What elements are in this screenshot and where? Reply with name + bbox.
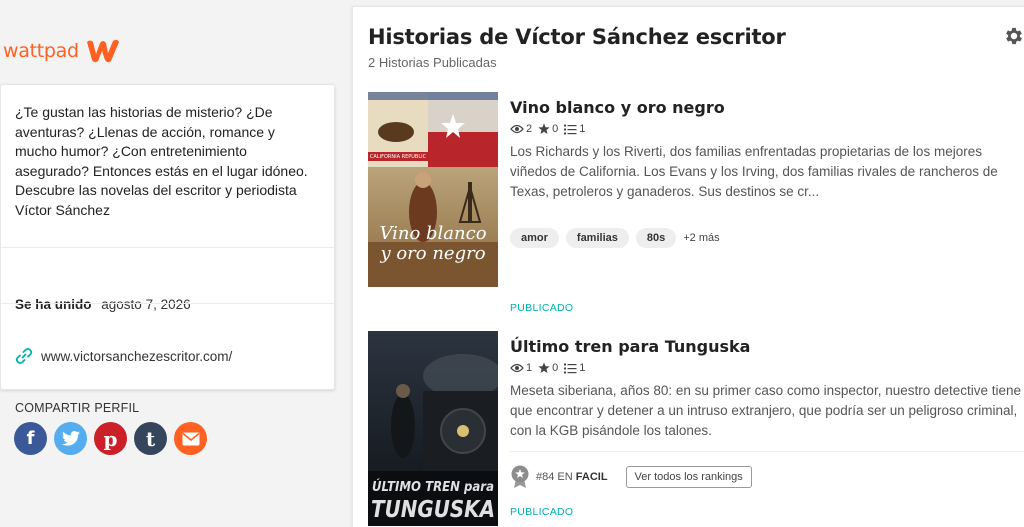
story-status: PUBLICADO [510, 506, 574, 518]
story-status: PUBLICADO [510, 302, 574, 314]
social-share-buttons: f p t [14, 422, 207, 455]
website-link[interactable]: www.victorsanchezescritor.com/ [15, 347, 232, 365]
link-icon [15, 348, 33, 364]
wattpad-logo[interactable]: wattpad [3, 38, 121, 64]
stories-panel: Historias de Víctor Sánchez escritor 2 H… [352, 6, 1024, 527]
votes-stat: 0 [538, 362, 558, 374]
story-title[interactable]: Último tren para Tunguska [510, 337, 750, 356]
eye-icon [510, 124, 524, 134]
cover-title-line1: Vino blanco [379, 223, 486, 244]
rank-in: EN [557, 471, 573, 483]
list-icon [564, 124, 577, 134]
list-icon [564, 363, 577, 373]
story-cover-image[interactable]: ÚLTIMO TREN para TUNGUSKA [368, 331, 498, 526]
website-url: www.victorsanchezescritor.com/ [41, 348, 233, 364]
tumblr-icon: t [145, 426, 156, 451]
pinterest-share-button[interactable]: p [94, 422, 127, 455]
tag[interactable]: 80s [635, 228, 677, 248]
reads-stat: 1 [510, 362, 532, 374]
joined-label: Se ha unido [15, 297, 92, 312]
star-icon [538, 362, 550, 373]
parts-stat: 1 [564, 123, 585, 135]
share-profile-title: COMPARTIR PERFIL [15, 401, 140, 415]
more-tags-link[interactable]: +2 más [683, 232, 719, 244]
joined-info: Se ha unido agosto 7, 2026 [15, 297, 191, 312]
page-title: Historias de Víctor Sánchez escritor [368, 25, 786, 49]
logo-text: wattpad [3, 40, 79, 62]
tumblr-share-button[interactable]: t [134, 422, 167, 455]
reads-count: 1 [526, 362, 533, 374]
story-cover-image[interactable]: CALIFORNIA REPUBLIC Vino blanco y oro ne… [368, 92, 498, 287]
parts-count: 1 [579, 123, 586, 135]
tag[interactable]: amor [510, 228, 559, 248]
story-stats: 2 0 1 [510, 123, 591, 135]
votes-count: 0 [552, 123, 559, 135]
story-description: Los Richards y los Riverti, dos familias… [510, 144, 998, 199]
twitter-share-button[interactable] [54, 422, 87, 455]
star-icon [538, 123, 550, 134]
joined-date: agosto 7, 2026 [101, 297, 191, 312]
story-title[interactable]: Vino blanco y oro negro [510, 98, 725, 117]
rank-category: FACIL [575, 471, 608, 483]
view-rankings-button[interactable]: Ver todos los rankings [625, 466, 752, 488]
divider [510, 451, 1024, 452]
ranking-badge-icon [511, 465, 529, 488]
divider [1, 303, 334, 304]
story-tags: amor familias 80s +2 más [510, 228, 720, 248]
gear-icon[interactable] [1003, 25, 1024, 47]
profile-description: ¿Te gustan las historias de misterio? ¿D… [15, 104, 308, 218]
parts-count: 1 [579, 362, 586, 374]
cover-title-line1: ÚLTIMO TREN para [372, 479, 494, 495]
rank-number: #84 [536, 471, 555, 483]
wattpad-w-icon [86, 39, 119, 63]
email-share-button[interactable] [174, 422, 207, 455]
about-card: ¿Te gustan las historias de misterio? ¿D… [0, 84, 335, 455]
cover-title-line2: y oro negro [379, 243, 485, 264]
pinterest-icon: p [103, 426, 118, 451]
ranking-row: #84 EN FACIL Ver todos los rankings [510, 465, 752, 489]
facebook-icon: f [26, 428, 35, 449]
story-description: Meseta siberiana, años 80: en su primer … [510, 383, 1022, 438]
votes-stat: 0 [538, 123, 558, 135]
cover-title-line2: TUNGUSKA [371, 497, 495, 523]
email-icon [181, 432, 200, 445]
reads-stat: 2 [510, 123, 532, 135]
facebook-share-button[interactable]: f [14, 422, 47, 455]
story-stats: 1 0 1 [510, 362, 591, 374]
votes-count: 0 [552, 362, 559, 374]
ranking-text: #84 EN FACIL [536, 471, 608, 483]
divider [1, 247, 334, 248]
tag[interactable]: familias [565, 228, 629, 248]
story-card[interactable]: ÚLTIMO TREN para TUNGUSKA Último tren pa… [368, 331, 1024, 527]
stories-count: 2 Historias Publicadas [368, 55, 497, 70]
parts-stat: 1 [564, 362, 585, 374]
reads-count: 2 [526, 123, 533, 135]
twitter-icon [61, 431, 80, 446]
eye-icon [510, 363, 524, 373]
cover-flag-text: CALIFORNIA REPUBLIC [370, 154, 427, 160]
story-card[interactable]: CALIFORNIA REPUBLIC Vino blanco y oro ne… [368, 92, 1024, 317]
